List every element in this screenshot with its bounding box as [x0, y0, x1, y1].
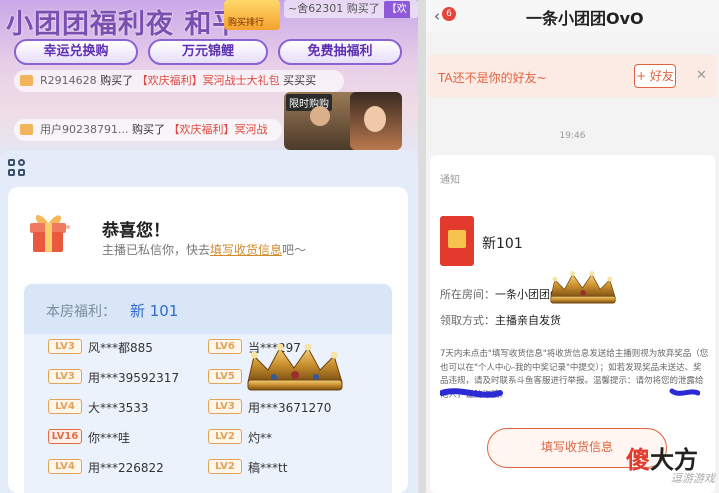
close-icon[interactable]: ✕: [696, 68, 707, 83]
winner-name: 大***3533: [88, 401, 149, 415]
streamer-avatar: [350, 92, 402, 150]
chat-header: ‹ 6 一条小团团OvO: [426, 0, 719, 32]
subtitle-after: 吧～: [282, 243, 307, 257]
level-badge: LV4: [48, 399, 82, 414]
winner-name: 你***哇: [88, 431, 131, 445]
ticker-user: 用户90238791...: [40, 123, 129, 136]
gift-icon: [30, 215, 70, 252]
speaker-icon: [20, 124, 33, 135]
purchase-ticker-1: R2914628 购买了 【欢庆福利】冥河战士大礼包 买买买: [14, 70, 344, 92]
character-avatar: [310, 106, 330, 126]
fill-info-link[interactable]: 填写收货信息: [210, 243, 282, 257]
live-room-panel: 小团团福利夜 和平 购买排行 ~舍62301 购买了 【欢 幸运兑换购 万元锦鲤 …: [0, 0, 418, 493]
level-badge: LV4: [48, 459, 82, 474]
level-badge: LV16: [48, 429, 82, 444]
congrats-subtitle: 主播已私信你，快去填写收货信息吧～: [102, 241, 306, 258]
ticker-tail: 买买买: [283, 74, 317, 87]
lucky-exchange-button[interactable]: 幸运兑换购: [14, 39, 138, 65]
crown-icon: [247, 343, 343, 391]
level-badge: LV6: [208, 339, 242, 354]
banner-title: 小团团福利夜 和平: [6, 9, 241, 40]
level-badge: LV2: [208, 429, 242, 444]
watermark-sub: 逗游游戏: [671, 472, 715, 485]
notice-label: 通知: [440, 175, 460, 186]
ticker-item: 【欢庆福利】冥河战士大礼包: [136, 74, 280, 87]
free-draw-button[interactable]: 免费抽福利: [278, 39, 402, 65]
claim-row: 领取方式：主播亲自发货: [440, 312, 561, 328]
top-ticker: ~舍62301 购买了 【欢: [284, 0, 418, 18]
speaker-icon: [20, 75, 33, 86]
welfare-value: 新 101: [130, 302, 179, 320]
subtitle-before: 主播已私信你，快去: [102, 243, 211, 257]
private-chat-panel: ‹ 6 一条小团团OvO TA还不是你的好友~ + 好友 ✕ 19:46 通知 …: [426, 0, 719, 493]
room-welfare-header: 本房福利： 新 101: [24, 284, 392, 334]
unread-badge: 6: [442, 7, 456, 21]
purchase-ticker-2: 用户90238791... 购买了 【欢庆福利】冥河战: [14, 119, 282, 141]
congrats-title: 恭喜您！: [102, 221, 170, 241]
winner-name: 稿***tt: [248, 461, 288, 475]
rank-box-label: 购买排行: [228, 18, 265, 28]
avatar-face: [364, 106, 386, 132]
crown-icon: [550, 271, 616, 304]
ticker-item: 【欢庆福利】冥河战: [168, 123, 268, 136]
level-badge: LV3: [48, 339, 82, 354]
winner-name: 风***都885: [88, 341, 153, 355]
red-envelope-icon: [440, 216, 474, 266]
message-time: 19:46: [559, 131, 586, 141]
ticker-verb: 购买了: [131, 123, 165, 136]
prize-name: 新101: [482, 236, 523, 252]
koi-button[interactable]: 万元锦鲤: [148, 39, 268, 65]
welfare-label: 本房福利：: [46, 304, 116, 320]
chat-title: 一条小团团OvO: [526, 9, 644, 28]
level-badge: LV5: [208, 369, 242, 384]
claim-label: 领取方式：: [440, 314, 495, 327]
redaction-scribble: [440, 388, 700, 398]
winner-name: 用***3671270: [248, 401, 332, 415]
watermark-red: 傻: [626, 446, 650, 474]
ticker-user: R2914628: [40, 74, 97, 87]
claim-value: 主播亲自发货: [495, 314, 561, 327]
top-ticker-tag: 【欢: [383, 1, 410, 18]
ticker-verb: 购买了: [100, 74, 134, 87]
back-icon[interactable]: ‹: [434, 7, 440, 25]
rank-box[interactable]: 购买排行: [224, 0, 280, 30]
top-ticker-text: ~舍62301 购买了: [288, 2, 380, 15]
level-badge: LV2: [208, 459, 242, 474]
panel-divider: [418, 0, 426, 493]
add-friend-button[interactable]: + 好友: [634, 64, 676, 88]
level-badge: LV3: [48, 369, 82, 384]
level-badge: LV3: [208, 399, 242, 414]
winner-name: 灼**: [248, 431, 273, 445]
not-friend-text: TA还不是你的好友~: [438, 71, 547, 85]
winner-name: 用***226822: [88, 461, 164, 475]
notice-paragraph-text: 7天内未点击"填写收货信息"将收货信息发送给主播则视为放弃奖品（您也可以在"个人…: [440, 349, 709, 386]
room-label: 所在房间：: [440, 288, 495, 301]
winner-name: 用***39592317: [88, 371, 180, 385]
grid-icon[interactable]: [8, 159, 26, 177]
